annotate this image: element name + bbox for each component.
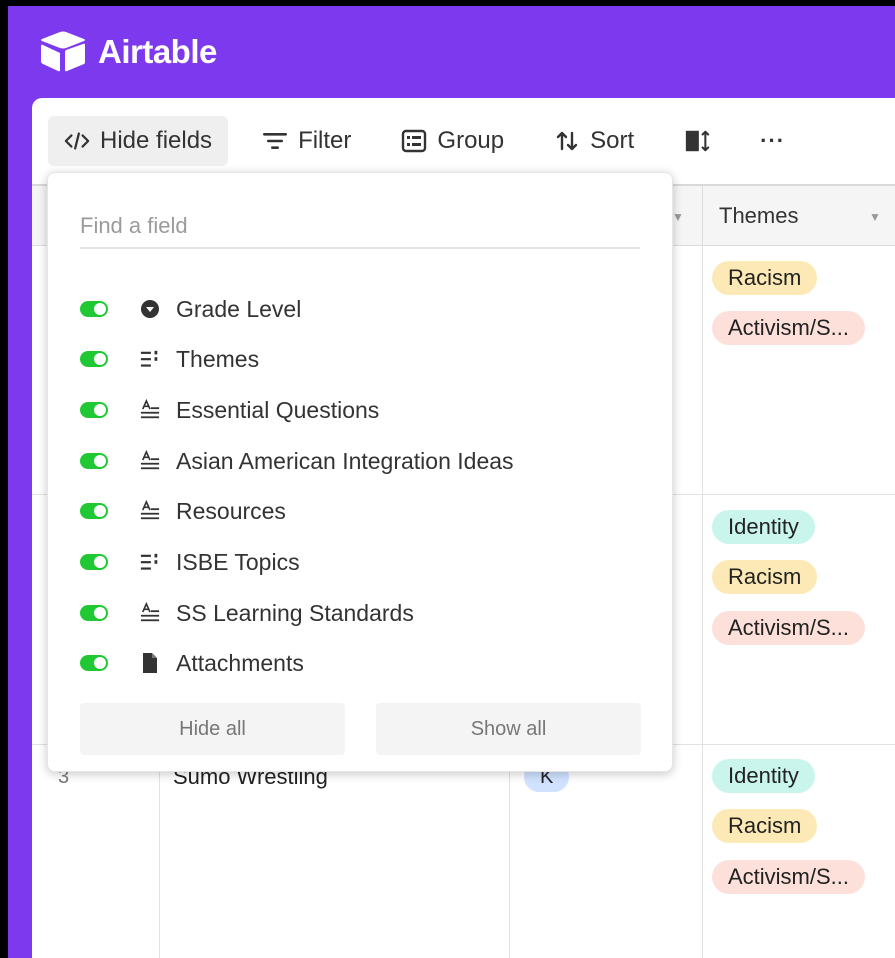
sort-icon (554, 128, 580, 154)
row-height-button[interactable] (668, 116, 726, 166)
field-name: ISBE Topics (176, 548, 300, 575)
hide-all-button[interactable]: Hide all (80, 703, 345, 755)
theme-tag-racism: Racism (712, 261, 818, 295)
field-name: Grade Level (176, 295, 302, 322)
multi-select-icon (140, 348, 160, 370)
theme-tag-racism: Racism (712, 560, 818, 594)
field-name: Resources (176, 497, 286, 524)
field-visibility-toggle[interactable] (80, 301, 108, 317)
show-all-button[interactable]: Show all (376, 703, 641, 755)
long-text-icon (140, 399, 160, 421)
field-row-attachments[interactable]: Attachments (80, 643, 640, 683)
field-row-isbe-topics[interactable]: ISBE Topics (80, 542, 640, 582)
single-select-icon (140, 298, 160, 320)
field-visibility-toggle[interactable] (80, 402, 108, 418)
hide-fields-label: Hide fields (100, 127, 213, 154)
filter-button[interactable]: Filter (246, 116, 367, 166)
field-visibility-toggle[interactable] (80, 605, 108, 621)
filter-icon (262, 128, 288, 154)
theme-tag-activism: Activism/S... (712, 611, 866, 645)
row-height-icon (684, 128, 710, 154)
themes-column-header[interactable]: Themes ▼ (702, 186, 895, 246)
field-name: Asian American Integration Ideas (176, 447, 514, 474)
field-row-essential-questions[interactable]: Essential Questions (80, 390, 640, 430)
multi-select-icon (140, 551, 160, 573)
column-menu-caret-icon[interactable]: ▼ (672, 210, 684, 224)
find-field-input[interactable] (80, 205, 640, 249)
sort-label: Sort (590, 127, 635, 154)
theme-tag-racism: Racism (712, 809, 818, 843)
attachment-icon (140, 652, 160, 674)
field-row-grade-level[interactable]: Grade Level (80, 289, 640, 329)
field-name: Themes (176, 345, 260, 372)
field-row-ss-learning-standards[interactable]: SS Learning Standards (80, 593, 640, 633)
field-visibility-toggle[interactable] (80, 351, 108, 367)
more-options-icon: ··· (760, 128, 786, 153)
theme-tag-identity: Identity (712, 759, 815, 793)
theme-tag-activism: Activism/S... (712, 860, 866, 894)
theme-tag-activism: Activism/S... (712, 311, 866, 345)
field-row-asian-american-integration-ideas[interactable]: Asian American Integration Ideas (80, 441, 640, 481)
filter-label: Filter (298, 127, 352, 154)
field-visibility-toggle[interactable] (80, 503, 108, 519)
app-name: Airtable (98, 33, 217, 70)
themes-column-caret-icon[interactable]: ▼ (869, 210, 881, 224)
field-row-themes[interactable]: Themes (80, 339, 640, 379)
column-divider (702, 246, 703, 958)
field-visibility-toggle[interactable] (80, 453, 108, 469)
field-name: Attachments (176, 649, 304, 676)
hide-fields-button[interactable]: Hide fields (48, 116, 229, 166)
window-left-border (0, 0, 8, 958)
group-button[interactable]: Group (385, 116, 520, 166)
more-options-button[interactable]: ··· (744, 116, 801, 166)
theme-tag-identity: Identity (712, 510, 815, 544)
long-text-icon (140, 500, 160, 522)
long-text-icon (140, 450, 160, 472)
hide-fields-popover: Grade Level Themes Essential Questions A… (47, 172, 673, 772)
hide-fields-icon (64, 128, 90, 154)
group-label: Group (437, 127, 505, 154)
themes-column-label: Themes (719, 203, 799, 228)
long-text-icon (140, 602, 160, 624)
field-visibility-toggle[interactable] (80, 554, 108, 570)
field-name: Essential Questions (176, 396, 380, 423)
airtable-logo-icon (41, 31, 85, 72)
group-icon (401, 128, 427, 154)
field-visibility-toggle[interactable] (80, 655, 108, 671)
airtable-logo[interactable]: Airtable (38, 30, 217, 74)
field-row-resources[interactable]: Resources (80, 491, 640, 531)
field-name: SS Learning Standards (176, 599, 414, 626)
sort-button[interactable]: Sort (538, 116, 650, 166)
